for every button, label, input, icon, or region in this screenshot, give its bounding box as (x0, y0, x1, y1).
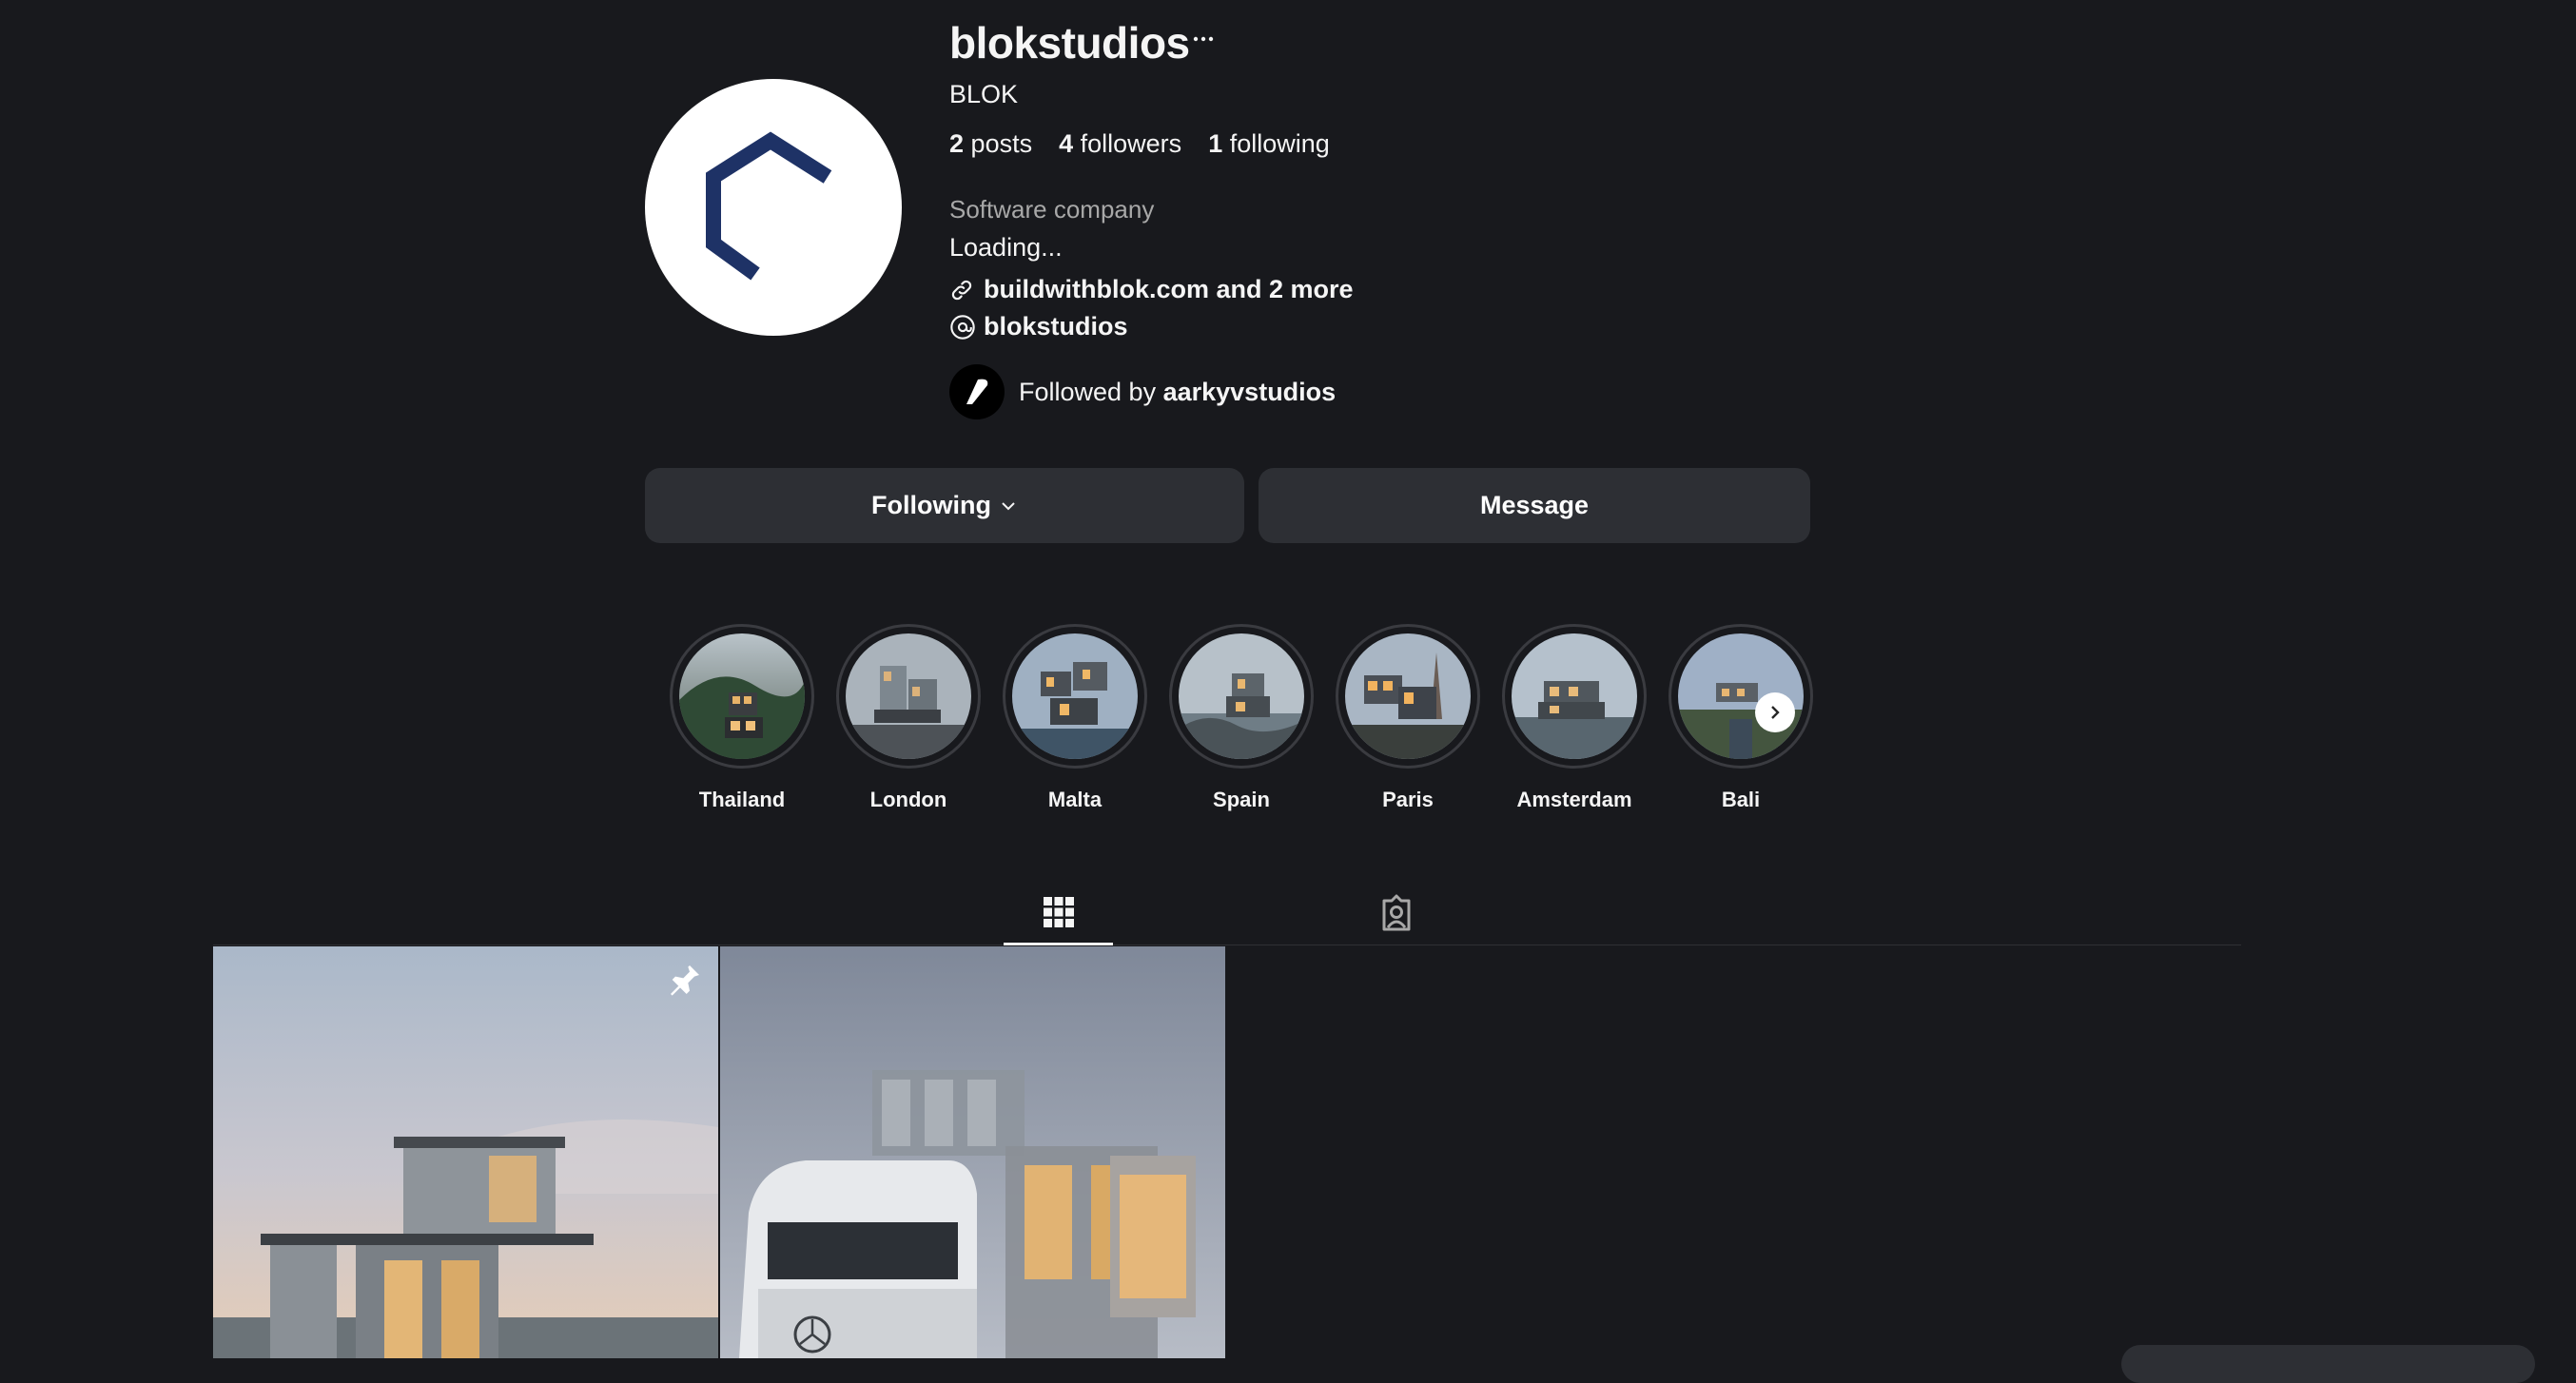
highlight-label: Bali (1721, 788, 1761, 811)
highlight-label: Malta (1047, 788, 1103, 811)
highlight-thumbnail (679, 633, 805, 759)
followed-by-avatar[interactable] (949, 364, 1005, 419)
highlight-label: London (869, 788, 947, 811)
highlight-thumbnail (1345, 633, 1471, 759)
profile-category: Software company (949, 195, 1155, 224)
followers-link[interactable]: 4 followers (1059, 129, 1181, 159)
message-button-label: Message (1479, 491, 1590, 519)
leaf-logo-icon (966, 379, 988, 404)
threads-handle: blokstudios (984, 312, 1128, 341)
highlight-malta[interactable]: Malta (999, 624, 1151, 812)
highlights-next-button[interactable] (1755, 692, 1795, 732)
following-link[interactable]: 1 following (1208, 129, 1330, 159)
tab-posts[interactable] (1004, 881, 1113, 945)
highlight-ring (1003, 624, 1147, 769)
threads-icon (950, 314, 975, 340)
profile-bio: Loading... (949, 233, 1063, 262)
external-link[interactable]: buildwithblok.com and 2 more (949, 275, 1354, 304)
highlight-ring (1336, 624, 1480, 769)
followed-by-username: aarkyvstudios (1162, 378, 1337, 406)
highlight-label: Paris (1382, 788, 1434, 811)
message-button[interactable]: Message (1259, 468, 1810, 543)
posts-count: 2 posts (949, 129, 1033, 158)
pin-icon (671, 965, 699, 996)
following-button-label: Following (871, 491, 991, 519)
external-link-text: buildwithblok.com and 2 more (984, 275, 1354, 303)
highlight-ring (836, 624, 981, 769)
highlight-label: Amsterdam (1516, 788, 1632, 811)
highlight-thailand[interactable]: Thailand (666, 624, 818, 812)
followed-by-text[interactable]: Followed by aarkyvstudios (1019, 378, 1336, 407)
chevron-down-icon (1002, 501, 1015, 510)
link-icon (951, 280, 972, 300)
grid-icon (1043, 896, 1074, 927)
highlight-thumbnail (1179, 633, 1304, 759)
highlight-ring (1669, 624, 1813, 769)
post-image (213, 946, 718, 1358)
highlight-amsterdam[interactable]: Amsterdam (1498, 624, 1650, 812)
tagged-user-icon (1382, 894, 1410, 931)
highlight-ring (1502, 624, 1647, 769)
highlight-thumbnail (846, 633, 971, 759)
highlight-ring (1169, 624, 1314, 769)
more-horizontal-icon (1193, 36, 1214, 42)
highlight-label: Spain (1213, 788, 1270, 811)
highlight-thumbnail (1512, 633, 1637, 759)
profile-avatar[interactable] (645, 79, 902, 336)
highlight-paris[interactable]: Paris (1332, 624, 1484, 812)
messages-pill[interactable] (2121, 1345, 2535, 1383)
post-image (720, 946, 1225, 1358)
post-thumbnail[interactable] (720, 946, 1225, 1358)
highlight-ring (670, 624, 814, 769)
tab-tagged[interactable] (1341, 881, 1451, 945)
more-options-button[interactable] (1189, 25, 1218, 53)
post-thumbnail[interactable] (213, 946, 718, 1358)
profile-stats: 2 posts 4 followers 1 following (949, 129, 1330, 159)
threads-link[interactable]: blokstudios (949, 312, 1128, 341)
highlight-label: Thailand (698, 788, 786, 811)
highlight-thumbnail (1012, 633, 1138, 759)
profile-username: blokstudios (949, 18, 1190, 68)
highlight-london[interactable]: London (832, 624, 985, 812)
profile-full-name: BLOK (949, 80, 1019, 108)
blok-logo-icon (706, 131, 832, 281)
highlight-spain[interactable]: Spain (1165, 624, 1317, 812)
chevron-right-icon (1771, 706, 1780, 719)
following-button[interactable]: Following (645, 468, 1244, 543)
